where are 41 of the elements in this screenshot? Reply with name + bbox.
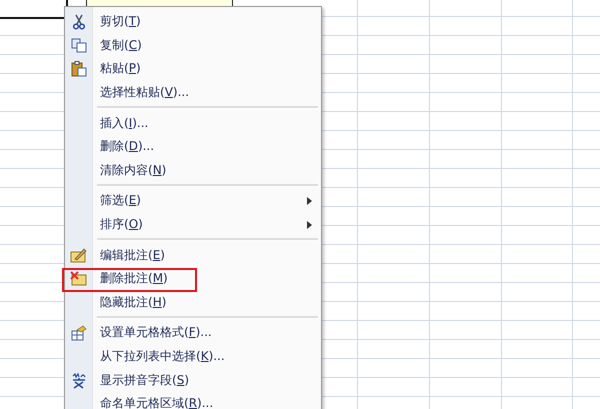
submenu-arrow-icon (307, 220, 312, 229)
format-cells-icon (70, 324, 86, 341)
menu-item[interactable]: 排序(O) (65, 212, 321, 236)
menu-item-label: 插入(I)... (100, 114, 148, 132)
menu-item[interactable]: 选择性粘贴(V)... (65, 80, 321, 104)
menu-item[interactable]: 设置单元格格式(F)... (65, 321, 321, 345)
copy-icon (70, 38, 86, 53)
menu-item[interactable]: 编辑批注(E) (65, 243, 321, 267)
menu-item-label: 粘贴(P) (100, 60, 141, 78)
menu-item-label: 复制(C) (100, 36, 142, 54)
menu-item-label: 选择性粘贴(V)... (100, 84, 190, 102)
menu-item-label: 筛选(E) (100, 192, 141, 210)
menu-item-label: 清除内容(N) (100, 162, 166, 179)
menu-item-label: 从下拉列表中选择(K)... (100, 348, 225, 366)
scissors-icon (72, 14, 86, 30)
menu-item[interactable]: 从下拉列表中选择(K)... (65, 344, 321, 368)
menu-item-label: 删除批注(M) (100, 270, 168, 288)
menu-item[interactable]: 删除批注(M) (65, 266, 321, 291)
menu-item-label: 排序(O) (100, 216, 143, 234)
menu-item[interactable]: 显示拼音字段(S) (65, 368, 321, 392)
menu-item-label: 删除(D)... (100, 138, 154, 156)
menu-item[interactable]: 删除(D)... (65, 134, 321, 159)
submenu-arrow-icon (307, 196, 312, 205)
menu-item-label: 剪切(T) (100, 13, 141, 30)
menu-item[interactable]: 粘贴(P) (65, 57, 321, 81)
menu-item[interactable]: 命名单元格区域(R)... (65, 392, 321, 409)
menu-item[interactable]: 筛选(E) (65, 189, 321, 213)
menu-item[interactable]: 插入(I)... (65, 111, 321, 135)
phonetic-icon (70, 372, 86, 389)
menu-item-label: 显示拼音字段(S) (100, 372, 189, 389)
clipboard-icon (70, 60, 86, 77)
note-pencil-icon (70, 247, 87, 264)
note-delete-icon (70, 271, 87, 286)
menu-item-label: 隐藏批注(H) (100, 294, 166, 311)
menu-item[interactable]: 清除内容(N) (65, 158, 321, 182)
menu-item[interactable]: 剪切(T) (65, 10, 321, 34)
menu-item[interactable]: 隐藏批注(H) (65, 290, 321, 314)
menu-item-label: 编辑批注(E) (100, 246, 165, 264)
menu-item-label: 设置单元格格式(F)... (100, 324, 212, 342)
menu-item-label: 命名单元格区域(R)... (100, 395, 214, 409)
menu-item[interactable]: 复制(C) (65, 34, 321, 58)
